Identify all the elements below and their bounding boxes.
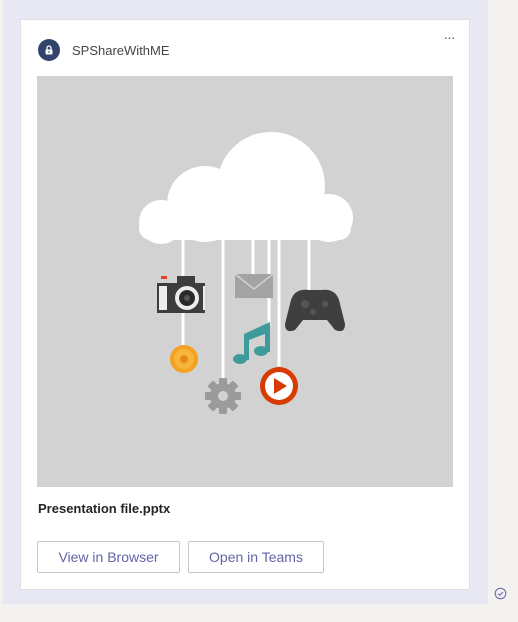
file-name: Presentation file.pptx: [38, 501, 171, 516]
game-controller-icon: [285, 289, 345, 332]
coin-icon: [170, 345, 198, 373]
camera-icon: [157, 276, 205, 313]
open-in-teams-button[interactable]: Open in Teams: [188, 541, 324, 573]
cloud-illustration: [139, 132, 353, 414]
gear-icon: [205, 378, 241, 414]
card-actions: View in Browser Open in Teams: [37, 541, 324, 573]
lock-icon: [45, 45, 53, 55]
mail-icon: [234, 273, 274, 298]
music-note-icon: [233, 322, 270, 364]
card-header: SPShareWithME: [38, 38, 170, 62]
app-avatar: [38, 39, 60, 61]
message-sent-icon: [494, 587, 507, 600]
more-options-button[interactable]: ···: [439, 30, 459, 48]
play-icon: [260, 367, 298, 405]
view-in-browser-button[interactable]: View in Browser: [37, 541, 180, 573]
sender-name: SPShareWithME: [72, 42, 170, 58]
adaptive-card: SPShareWithME ··· Presentation file.pptx…: [20, 19, 470, 590]
cloud-icon: [139, 132, 353, 244]
hero-image: [37, 76, 453, 487]
